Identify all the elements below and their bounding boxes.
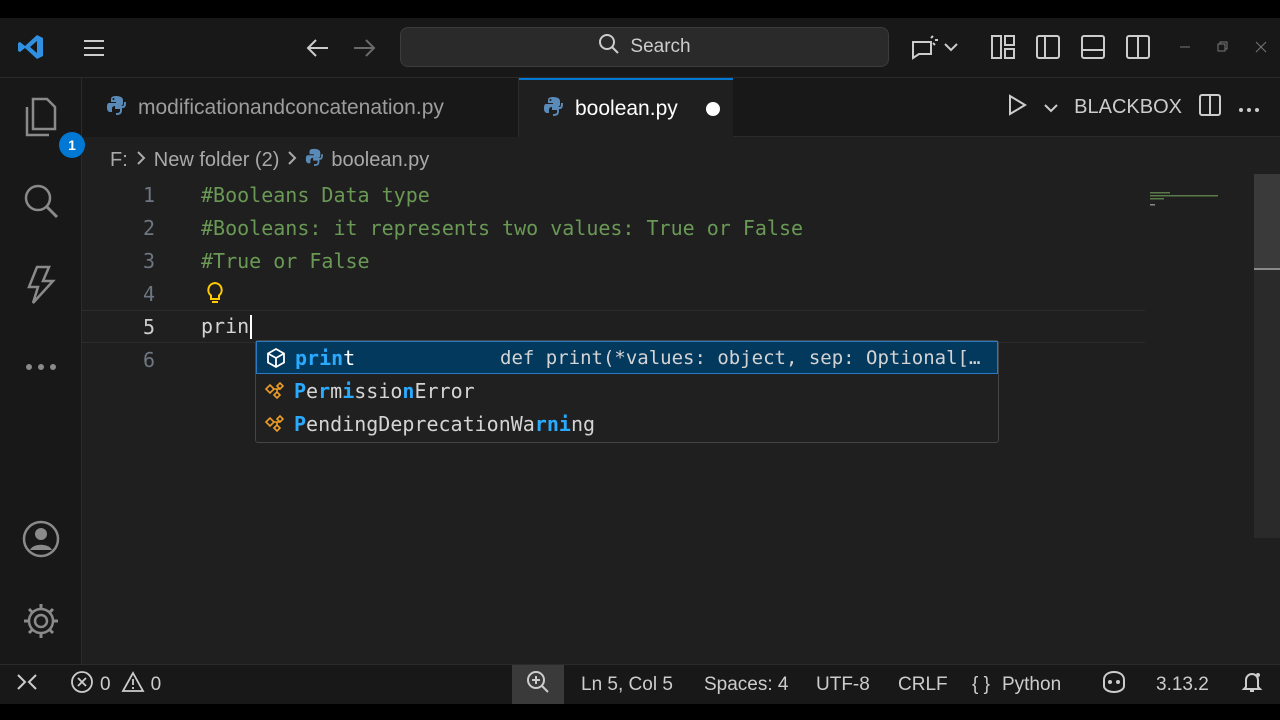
toggle-sidebar-icon[interactable] [1033,32,1063,62]
chevron-right-icon [136,150,146,171]
tab-label: modificationandconcatenation.py [138,95,444,119]
language-label: Python [1001,674,1062,695]
copilot-icon[interactable] [908,32,962,62]
zoom-button[interactable] [512,665,564,704]
tab-modificationandconcatenation[interactable]: modificationandconcatenation.py [82,78,519,137]
run-python-icon[interactable] [1006,93,1028,122]
search-label: Search [630,36,691,57]
copilot-icon [1100,670,1128,700]
suggestion-item[interactable]: PermissionError [256,374,998,407]
unsaved-dot-icon[interactable] [705,101,720,116]
explorer-icon[interactable]: 1 [16,92,85,158]
more-actions-icon[interactable] [1238,96,1260,119]
toggle-secondary-sidebar-icon[interactable] [1123,32,1153,62]
search-icon[interactable] [16,176,66,226]
line-number: 3 [142,248,155,273]
line-text: #Booleans Data type [201,182,430,207]
line-text: #Booleans: it represents two values: Tru… [201,215,804,240]
code-line-current: 5 prin [82,310,1145,343]
line-ending[interactable]: CRLF [898,665,948,704]
breadcrumb-drive[interactable]: F: [110,149,128,172]
minimap[interactable] [1148,192,1220,208]
remote-icon [16,672,38,698]
chevron-right-icon [287,150,297,171]
code-line: 2 #Booleans: it represents two values: T… [82,211,1145,244]
editor-tab-bar: modificationandconcatenation.py boolean.… [82,78,1280,137]
class-icon [256,414,294,434]
accounts-icon[interactable] [16,514,66,564]
python-version[interactable]: 3.13.2 [1156,665,1209,704]
text-cursor [250,315,253,340]
breadcrumb-folder[interactable]: New folder (2) [154,149,280,172]
python-file-icon [543,96,563,122]
zoom-in-icon [526,670,550,700]
search-magnifier-icon [598,33,620,61]
line-number: 5 [142,314,155,339]
status-bar: 0 0 Ln 5, Col 5 Spaces: 4 UTF-8 CRLF { }… [0,664,1280,704]
method-cube-icon [257,347,295,369]
forward-arrow-icon[interactable] [350,34,378,62]
problems-indicator[interactable]: 0 0 [70,665,161,704]
warning-icon [121,671,145,699]
editor-actions: BLACKBOX [1006,78,1260,137]
suggestion-label: PermissionError [294,378,475,403]
menu-icon[interactable] [80,34,108,62]
minimize-icon[interactable] [1176,38,1194,56]
suggestion-item-selected[interactable]: print def print(*values: object, sep: Op… [256,341,998,374]
line-number: 4 [142,281,155,306]
toggle-panel-icon[interactable] [1078,32,1108,62]
blackbox-button[interactable]: BLACKBOX [1074,96,1182,119]
autocomplete-suggestions: print def print(*values: object, sep: Op… [255,340,999,443]
error-count: 0 [100,674,111,695]
typed-text: prin [201,313,250,338]
code-line: 4 [82,277,1145,310]
vscode-logo-icon [16,32,46,62]
suggestion-label: PendingDeprecationWarning [294,411,596,436]
lightbulb-icon[interactable] [205,281,225,310]
indentation[interactable]: Spaces: 4 [704,665,789,704]
code-line: 1 #Booleans Data type [82,178,1145,211]
breadcrumb: F: New folder (2) boolean.py [110,146,429,174]
run-dropdown-chevron-icon[interactable] [1044,96,1058,119]
line-text: #True or False [201,248,370,273]
suggestion-item[interactable]: PendingDeprecationWarning [256,407,998,440]
tab-label: boolean.py [575,96,678,120]
close-icon[interactable] [1252,38,1270,56]
python-file-icon [305,148,324,172]
vertical-scrollbar-thumb[interactable] [1254,174,1280,270]
back-arrow-icon[interactable] [304,34,332,62]
title-bar: Search [0,18,1280,78]
breadcrumb-file[interactable]: boolean.py [331,149,429,172]
python-file-icon [106,95,126,121]
settings-gear-icon[interactable] [16,596,66,646]
suggestion-label: print [295,345,356,370]
class-icon [256,381,294,401]
language-mode[interactable]: { } Python [972,665,1061,704]
warning-count: 0 [150,674,162,695]
encoding[interactable]: UTF-8 [816,665,870,704]
restore-icon[interactable] [1213,38,1231,56]
activity-bar: 1 [0,78,85,664]
line-number: 1 [142,182,155,207]
remote-indicator[interactable] [16,665,38,704]
code-line: 3 #True or False [82,244,1145,277]
tab-boolean[interactable]: boolean.py [519,78,733,137]
more-icon[interactable] [16,342,66,392]
vscode-window: Search 1 modificationandconcatenation.py… [0,18,1280,704]
line-number: 2 [142,215,155,240]
copilot-status[interactable] [1100,665,1128,704]
split-editor-icon[interactable] [1198,93,1222,123]
braces-icon: { } [972,674,990,695]
testing-icon[interactable] [16,260,66,310]
layout-icon[interactable] [988,32,1018,62]
command-center-search[interactable]: Search [400,27,889,67]
line-number: 6 [142,347,155,372]
notifications[interactable] [1240,665,1264,704]
cursor-position[interactable]: Ln 5, Col 5 [581,665,673,704]
error-icon [70,670,94,700]
line-text-current: prin [201,313,253,340]
bell-icon [1240,670,1264,700]
suggestion-detail: def print(*values: object, sep: Optional… [500,346,981,369]
